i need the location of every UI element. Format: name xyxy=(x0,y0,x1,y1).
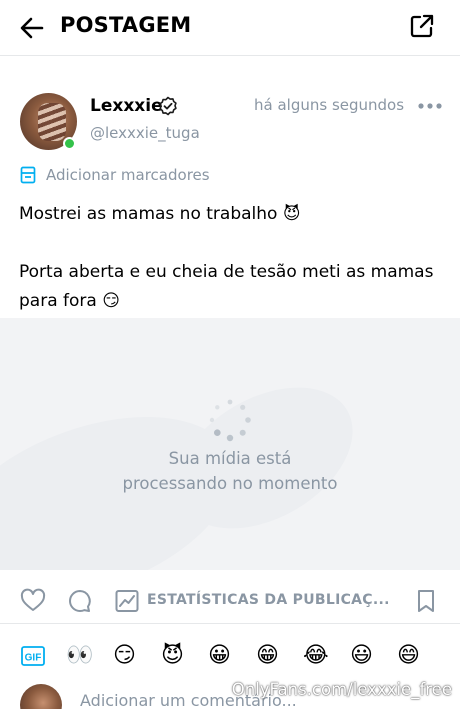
arrow-left-icon[interactable] xyxy=(18,14,46,42)
media-processing-placeholder: Sua mídia está processando no momento xyxy=(0,318,460,570)
post-statistics-button[interactable]: ESTATÍSTICAS DA PUBLICAÇ... xyxy=(147,592,390,608)
emoji-eyes[interactable]: 👀 xyxy=(66,642,93,670)
author-name[interactable]: Lexxxie xyxy=(90,96,163,116)
bookmark-icon[interactable] xyxy=(413,588,439,614)
emoji-devil[interactable]: 😈 xyxy=(161,642,184,670)
bookmark-list-icon xyxy=(20,166,36,184)
verified-badge-icon xyxy=(159,96,177,116)
quick-emoji-bar: GIF 👀 😏 😈 😀 😁 😂 😃 😄 xyxy=(0,638,460,676)
add-bookmark-label: Adicionar marcadores xyxy=(46,166,210,184)
loading-spinner-icon xyxy=(209,399,251,442)
emoji-smirk[interactable]: 😏 xyxy=(113,642,136,670)
top-bar: POSTAGEM xyxy=(0,0,460,56)
comment-icon[interactable] xyxy=(67,588,93,614)
post-text: Mostrei as mamas no trabalho 😈 Porta abe… xyxy=(19,200,439,316)
statistics-chart-icon[interactable] xyxy=(114,588,140,614)
processing-message: Sua mídia está processando no momento xyxy=(122,449,338,493)
post-text-line-1: Mostrei as mamas no trabalho 😈 xyxy=(19,204,301,224)
smirk-emoji: 😏 xyxy=(102,291,120,311)
add-bookmark-button[interactable]: Adicionar marcadores xyxy=(20,164,210,186)
site-watermark: OnlyFans.com/lexxxie_free xyxy=(231,680,452,699)
post-timestamp: há alguns segundos xyxy=(254,96,405,114)
avatar-photo xyxy=(38,103,66,141)
emoji-grinning[interactable]: 😀 xyxy=(208,642,231,670)
svg-text:GIF: GIF xyxy=(25,653,42,664)
share-icon[interactable] xyxy=(408,12,436,40)
emoji-smile[interactable]: 😄 xyxy=(397,642,420,670)
online-status-indicator xyxy=(63,137,76,150)
user-avatar xyxy=(20,684,62,709)
gif-icon[interactable]: GIF xyxy=(21,646,45,666)
author-handle[interactable]: @lexxxie_tuga xyxy=(90,124,200,142)
page-title: POSTAGEM xyxy=(60,13,192,37)
post-actions-bar: ESTATÍSTICAS DA PUBLICAÇ... xyxy=(0,578,460,624)
comment-input-row: Adicionar um comentário... OnlyFans.com/… xyxy=(0,680,460,709)
post-header: Lexxxie há alguns segundos @lexxxie_tuga xyxy=(0,88,460,158)
emoji-beaming[interactable]: 😁 xyxy=(256,642,279,670)
more-options-icon[interactable] xyxy=(418,102,442,110)
post-text-line-2: Porta aberta e eu cheia de tesão meti as… xyxy=(19,262,434,311)
emoji-tears-of-joy[interactable]: 😂 xyxy=(303,642,329,670)
emoji-smiley[interactable]: 😃 xyxy=(350,642,373,670)
devil-emoji: 😈 xyxy=(282,204,301,224)
heart-icon[interactable] xyxy=(20,588,46,614)
